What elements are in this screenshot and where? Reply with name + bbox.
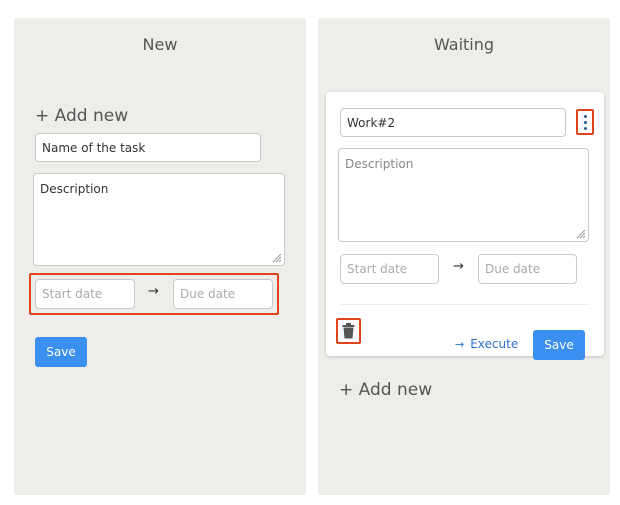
arrow-right-icon: →	[148, 284, 159, 299]
task-name-placeholder: Name of the task	[42, 140, 146, 155]
card-divider	[340, 304, 590, 305]
due-date-placeholder: Due date	[485, 262, 541, 276]
arrow-right-icon: →	[455, 337, 465, 351]
start-date-input[interactable]: Start date	[35, 279, 135, 309]
execute-label: Execute	[470, 337, 519, 351]
due-date-input[interactable]: Due date	[173, 279, 273, 309]
description-textarea[interactable]: Description	[33, 173, 285, 266]
trash-icon[interactable]	[342, 323, 355, 339]
save-button[interactable]: Save	[533, 330, 585, 360]
due-date-placeholder: Due date	[180, 287, 236, 301]
description-textarea[interactable]: Description	[338, 148, 589, 242]
column-waiting: Waiting Work#2 Description Start date → …	[318, 18, 610, 495]
resize-grip-icon[interactable]	[576, 229, 586, 239]
start-date-placeholder: Start date	[347, 262, 408, 276]
arrow-right-icon: →	[453, 259, 464, 274]
kebab-menu-icon[interactable]	[578, 112, 592, 132]
save-button[interactable]: Save	[35, 337, 87, 367]
start-date-input[interactable]: Start date	[340, 254, 439, 284]
due-date-input[interactable]: Due date	[478, 254, 577, 284]
task-name-input[interactable]: Name of the task	[35, 133, 261, 162]
task-card: Work#2 Description Start date → Due date	[326, 92, 604, 360]
task-name-input[interactable]: Work#2	[340, 108, 566, 137]
description-text: Description	[40, 182, 109, 196]
task-name-value: Work#2	[347, 115, 396, 130]
description-placeholder: Description	[345, 157, 414, 171]
start-date-placeholder: Start date	[42, 287, 103, 301]
column-new: New + Add new Name of the task Descripti…	[14, 18, 306, 495]
execute-link[interactable]: → Execute	[455, 337, 518, 351]
resize-grip-icon[interactable]	[272, 253, 282, 263]
add-new-button[interactable]: + Add new	[339, 380, 432, 400]
column-title: New	[142, 35, 178, 54]
column-title: Waiting	[433, 35, 495, 54]
add-new-button[interactable]: + Add new	[35, 106, 128, 126]
